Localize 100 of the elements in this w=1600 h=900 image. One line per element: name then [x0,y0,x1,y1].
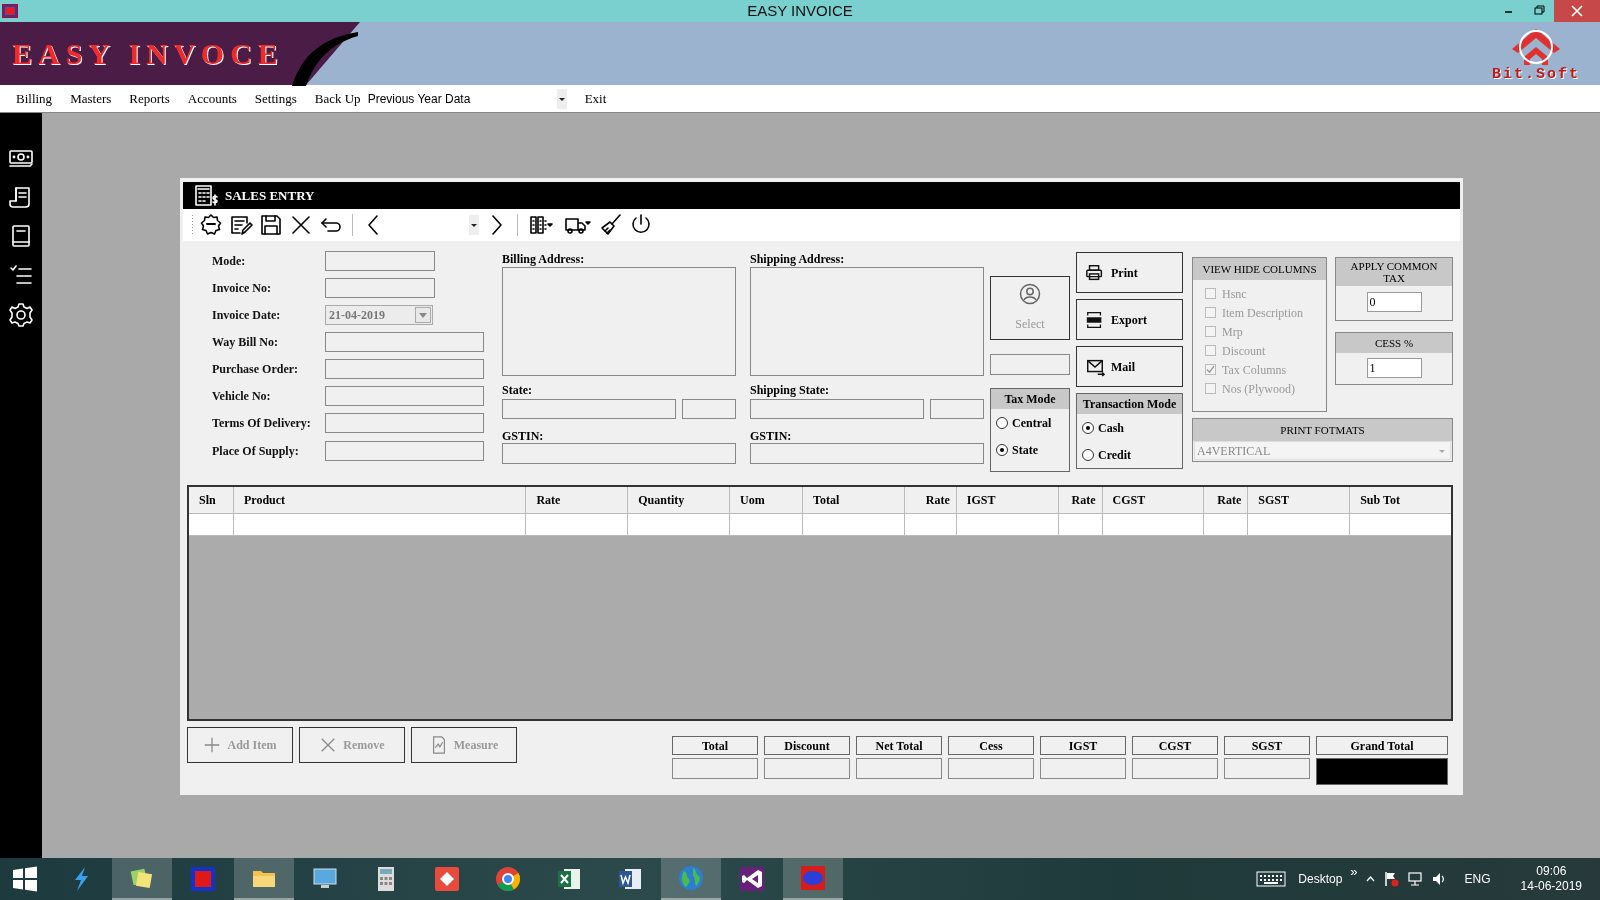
radio-button[interactable] [1082,421,1094,434]
table-cell[interactable] [189,514,234,536]
gstin-field[interactable] [750,443,984,464]
input-field[interactable] [990,354,1070,375]
group-title: APPLY COMMON TAX [1336,258,1452,286]
language-indicator[interactable]: ENG [1464,870,1491,888]
menu-item[interactable]: Back Up [314,88,361,109]
table-cell[interactable] [628,514,731,536]
input-field[interactable] [325,385,484,406]
badge-icon[interactable] [199,213,223,237]
input-field[interactable]: 1 [1366,358,1422,378]
state-code-field[interactable] [682,399,736,419]
close-icon [1571,5,1583,17]
action-button[interactable]: Export [1076,299,1183,340]
section-label: State: [502,382,533,396]
plus-icon [203,736,222,754]
input-field[interactable] [325,440,484,461]
radio-button[interactable] [1082,448,1094,461]
menu-item[interactable]: Accounts [187,88,237,109]
table-cell[interactable] [1102,514,1205,536]
checkbox[interactable] [1205,326,1216,337]
table-cell[interactable] [233,514,527,536]
menu-item[interactable]: Masters [70,88,112,109]
section-label: GSTIN: [750,428,793,442]
flag-icon[interactable] [1382,871,1399,887]
banner-title: EASY INVOCE [12,36,284,72]
speaker-icon[interactable] [1430,871,1447,887]
edit-icon[interactable] [229,213,253,237]
field-label: Mode: [212,252,247,270]
table-cell[interactable] [956,514,1059,536]
table-cell[interactable] [526,514,629,536]
section-label: Shipping Address: [750,251,846,266]
expand-toolbar-button[interactable]: » [1350,862,1358,882]
table-cell[interactable] [904,514,957,536]
action-button[interactable]: Print [1076,252,1183,293]
address-box[interactable] [750,267,984,376]
field-label: Vehicle No: [212,387,272,405]
checkbox[interactable] [1205,383,1216,394]
caret-icon [415,306,431,323]
action-button[interactable]: Mail [1076,346,1183,387]
checkbox[interactable] [1205,288,1216,299]
input-field[interactable] [325,331,484,352]
menu-item[interactable]: Exit [584,88,607,109]
state-code-field[interactable] [930,399,984,419]
total-label: Net Total [856,736,942,755]
menu-item[interactable]: Settings [254,88,297,109]
clock[interactable]: 09:06 14-06-2019 [1520,864,1582,894]
chevron-up-icon[interactable] [1365,876,1375,882]
close-icon[interactable] [289,213,313,237]
table-cell[interactable] [803,514,905,536]
menu-item[interactable]: Reports [129,88,170,109]
taskbar-button[interactable] [233,858,294,900]
section-label: GSTIN: [502,428,545,442]
input-field[interactable] [325,250,435,271]
menu-item[interactable]: Billing [16,88,53,109]
globe-icon [676,864,705,892]
radio-button[interactable] [996,443,1008,456]
keyboard-icon[interactable] [1256,871,1287,887]
dialog-title: SALES ENTRY [225,186,315,205]
user-icon [1019,283,1041,305]
radio-button[interactable] [996,416,1008,429]
checkbox[interactable] [1205,364,1216,375]
year-dropdown[interactable]: Previous Year Data [366,88,567,109]
brush-icon[interactable] [599,213,623,237]
radio-option[interactable]: Credit [1077,441,1182,468]
checkbox[interactable] [1205,307,1216,318]
input-field[interactable] [325,358,484,379]
field-label: Terms Of Delivery: [212,414,312,432]
save-icon[interactable] [259,213,283,237]
table-cell[interactable] [730,514,804,536]
close-button[interactable] [1554,0,1600,22]
taskbar-button[interactable] [111,858,172,900]
table-cell[interactable] [1204,514,1249,536]
state-field[interactable] [750,399,924,419]
total-label: Discount [764,736,850,755]
caret-icon [556,88,567,109]
calculator-icon [195,184,219,207]
table-cell[interactable] [1248,514,1351,536]
app-icon [2,4,18,18]
group-title: PRINT FOTMATS [1193,419,1452,441]
group-title: VIEW HIDE COLUMNS [1193,258,1326,280]
address-box[interactable] [502,267,736,376]
section-label: Shipping State: [750,382,831,396]
input-field[interactable] [325,277,435,298]
table-cell[interactable] [1058,514,1103,536]
network-icon[interactable] [1406,871,1423,887]
input-field[interactable] [325,412,484,433]
checkbox[interactable] [1205,345,1216,356]
swoosh-drawing [292,30,358,86]
windows-icon[interactable] [12,866,38,892]
logo-icon [1510,27,1562,67]
radio-option[interactable]: State [991,436,1069,463]
radio-option[interactable]: Central [991,409,1069,436]
state-field[interactable] [502,399,676,419]
gstin-field[interactable] [502,443,736,464]
input-field[interactable]: 0 [1366,292,1422,312]
settings-icon[interactable] [8,302,34,328]
radio-option[interactable]: Cash [1077,414,1182,441]
desktop-toolbar-label[interactable]: Desktop [1298,870,1343,888]
total-label: IGST [1040,736,1126,755]
